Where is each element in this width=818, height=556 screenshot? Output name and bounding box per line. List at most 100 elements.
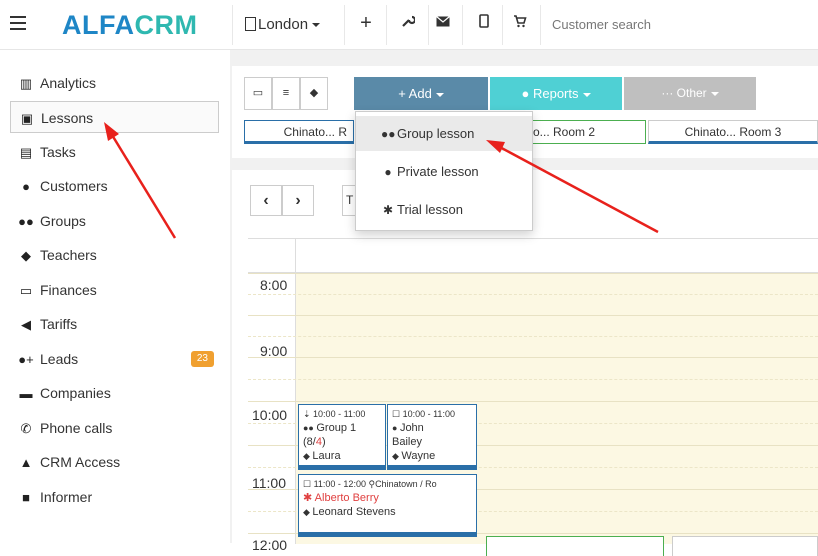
sidebar-item-label: Teachers xyxy=(40,247,97,263)
calendar-icon: ▣ xyxy=(20,111,34,126)
sidebar-item-tasks[interactable]: ▤ Tasks xyxy=(10,136,219,168)
asterisk-icon: ✱ xyxy=(382,203,394,217)
graduation-cap-icon: ◆ xyxy=(21,248,31,263)
lesson-event[interactable] xyxy=(672,536,818,556)
event-time: 10:00 - 11:00 xyxy=(402,409,455,419)
half-hour-line xyxy=(248,294,818,295)
checkbox-icon: ☐ xyxy=(303,479,314,489)
add-button[interactable]: + Add xyxy=(354,77,488,110)
tasks-icon: ▤ xyxy=(19,145,33,160)
lesson-event[interactable]: ⇣ 10:00 - 11:00 ●● Group 1 (8/4) ◆ Laura xyxy=(298,404,386,470)
prev-button[interactable]: ‹ xyxy=(250,185,282,216)
sidebar-item-leads[interactable]: ●+ Leads 23 xyxy=(10,343,219,375)
book-icon: ■ xyxy=(22,490,30,505)
logo[interactable]: ALFACRM xyxy=(62,10,198,41)
group-icon: ●● xyxy=(303,423,317,433)
sidebar-item-phone-calls[interactable]: ✆ Phone calls xyxy=(10,412,219,444)
room-label: Chinato... R xyxy=(283,125,347,139)
calendar-header xyxy=(248,239,818,273)
wrench-icon[interactable] xyxy=(398,14,418,33)
menu-item-group-lesson[interactable]: ●● Group lesson xyxy=(356,116,532,151)
chevron-right-icon: › xyxy=(295,192,301,209)
customer-search-input[interactable]: Customer search xyxy=(552,17,651,32)
half-hour-line xyxy=(248,336,818,337)
room-tab-3[interactable]: Chinato... Room 3 xyxy=(648,120,818,144)
event-time: 10:00 - 11:00 xyxy=(313,409,366,419)
lesson-event[interactable]: ☐ 10:00 - 11:00 ● John Bailey ◆ Wayne xyxy=(387,404,477,470)
today-button[interactable]: T xyxy=(342,185,356,216)
other-button[interactable]: ··· Other xyxy=(624,77,756,110)
sidebar-item-lessons[interactable]: ▣ Lessons xyxy=(10,101,219,133)
event-teacher-row: ◆ Leonard Stevens xyxy=(303,505,472,519)
group-icon: ●● xyxy=(18,214,34,229)
graduation-cap-icon: ◆ xyxy=(303,451,313,461)
plus-icon[interactable]: + xyxy=(356,12,376,35)
event-time-row: ⇣ 10:00 - 11:00 xyxy=(303,407,381,421)
divider xyxy=(386,5,387,45)
user-icon: ● xyxy=(392,423,400,433)
menu-item-private-lesson[interactable]: ● Private lesson xyxy=(356,154,532,189)
lesson-event[interactable] xyxy=(486,536,664,556)
event-count: (8/4) xyxy=(303,435,381,449)
divider xyxy=(540,5,541,45)
menu-item-label: Group lesson xyxy=(397,126,475,141)
branch-select[interactable]: London xyxy=(245,16,321,33)
chevron-down-icon xyxy=(582,92,591,97)
room-tab-1[interactable]: Chinato... R xyxy=(244,120,354,144)
sidebar-item-label: Leads xyxy=(40,351,79,367)
divider xyxy=(344,5,345,45)
view-layers-button[interactable]: ◆ xyxy=(300,77,328,110)
sidebar-item-finances[interactable]: ▭ Finances xyxy=(10,274,219,306)
menu-item-label: Trial lesson xyxy=(397,202,463,217)
hour-line xyxy=(248,315,818,316)
menu-icon[interactable] xyxy=(10,16,26,30)
view-day-button[interactable]: ▭ xyxy=(244,77,272,110)
view-list-button[interactable]: ≡ xyxy=(272,77,300,110)
room-tab-2[interactable]: o... Room 2 xyxy=(530,120,646,144)
sidebar-item-tariffs[interactable]: ◀ Tariffs xyxy=(10,308,219,340)
lesson-event[interactable]: ☐ 11:00 - 12:00 ⚲Chinatown / Ro ✱ Albert… xyxy=(298,474,477,537)
leads-count-badge: 23 xyxy=(190,351,214,367)
menu-item-label: Private lesson xyxy=(397,164,479,179)
sidebar-item-crm-access[interactable]: ▲ CRM Access xyxy=(10,446,219,478)
time-label: 11:00 xyxy=(252,475,286,491)
sidebar-item-customers[interactable]: ● Customers xyxy=(10,170,219,202)
user-icon: ● xyxy=(22,179,30,194)
other-button-label: ··· Other xyxy=(661,86,707,100)
event-time-row: ☐ 11:00 - 12:00 ⚲Chinatown / Ro xyxy=(303,477,472,491)
event-teacher: Laura xyxy=(312,450,341,462)
cart-icon[interactable] xyxy=(510,14,530,33)
sidebar-item-companies[interactable]: ▬ Companies xyxy=(10,377,219,409)
event-title: John xyxy=(399,422,424,434)
event-title: Group 1 xyxy=(316,422,357,434)
menu-item-trial-lesson[interactable]: ✱ Trial lesson xyxy=(356,192,532,227)
sidebar-item-label: Customers xyxy=(40,178,108,194)
sidebar-item-label: Tariffs xyxy=(40,316,78,332)
sidebar-item-groups[interactable]: ●● Groups xyxy=(10,205,219,237)
logo-part-alfa: ALFA xyxy=(62,10,135,40)
hour-line xyxy=(248,401,818,402)
sidebar-item-label: Analytics xyxy=(40,75,97,91)
time-label: 10:00 xyxy=(252,407,288,423)
sidebar-item-informer[interactable]: ■ Informer xyxy=(10,481,219,513)
phone-icon: ✆ xyxy=(20,421,32,436)
next-button[interactable]: › xyxy=(282,185,314,216)
envelope-icon[interactable] xyxy=(433,14,453,32)
sidebar-item-analytics[interactable]: ▥ Analytics xyxy=(10,67,219,99)
sidebar-item-teachers[interactable]: ◆ Teachers xyxy=(10,239,219,271)
room-label: Chinato... Room 3 xyxy=(684,125,782,139)
divider xyxy=(232,5,233,45)
logo-part-crm: CRM xyxy=(134,10,198,40)
briefcase-icon: ▬ xyxy=(19,386,33,401)
tag-icon: ◀ xyxy=(21,317,31,332)
reports-button[interactable]: ● Reports xyxy=(490,77,622,110)
sidebar-item-label: Finances xyxy=(40,282,97,298)
building-icon xyxy=(245,17,256,31)
chevron-down-icon xyxy=(312,23,321,28)
sidebar-item-label: Companies xyxy=(40,385,111,401)
time-label: 12:00 xyxy=(252,537,288,553)
mobile-icon[interactable] xyxy=(474,14,494,33)
event-teacher: Wayne xyxy=(401,450,436,462)
sidebar-item-label: Lessons xyxy=(41,110,94,126)
reports-button-label: Reports xyxy=(532,86,579,101)
